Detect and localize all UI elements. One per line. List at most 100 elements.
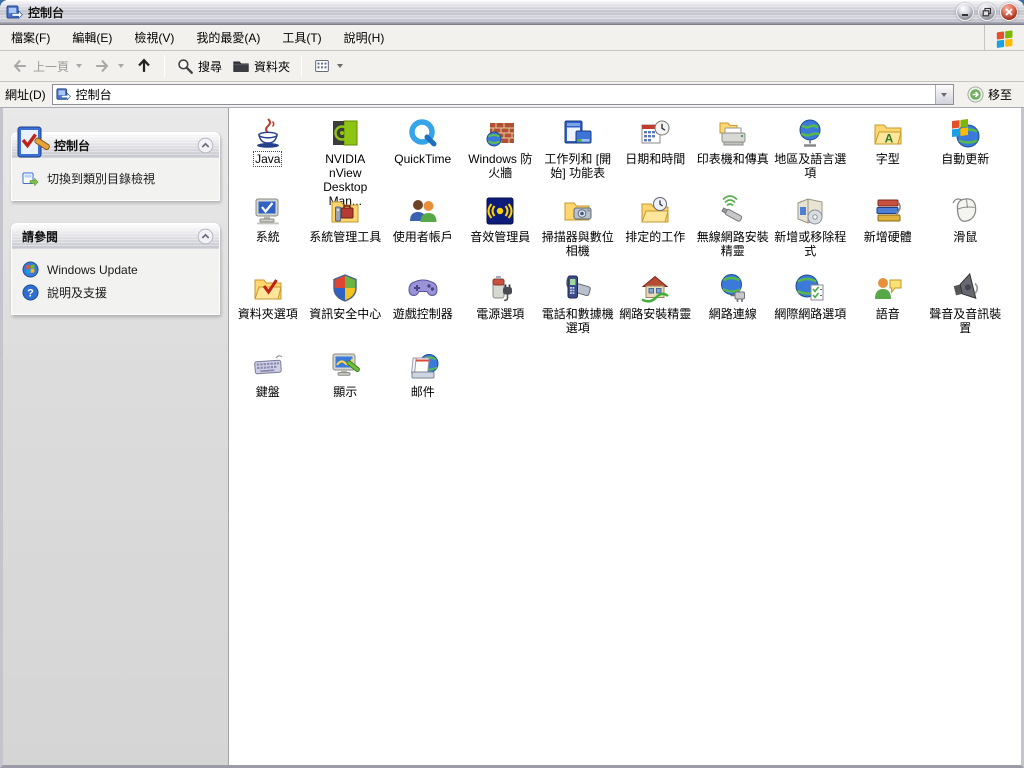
internet-options-icon [794, 272, 826, 304]
game-controllers-icon [407, 272, 439, 304]
power-options-icon [484, 272, 516, 304]
sidebar-task-label: 說明及支援 [47, 284, 107, 301]
control-panel-item[interactable]: 地區及語言選項 [772, 111, 850, 189]
views-icon [313, 57, 331, 75]
fonts-icon: A [872, 117, 904, 149]
address-dropdown-button[interactable] [935, 85, 953, 104]
control-panel-item[interactable]: 印表機和傳真 [694, 111, 772, 189]
windows-logo-icon [984, 25, 1024, 50]
control-panel-item-label: 使用者帳戶 [392, 230, 454, 244]
mouse-icon [949, 195, 981, 227]
collapse-panel-button[interactable] [197, 137, 214, 154]
menu-item[interactable]: 工具(T) [271, 25, 332, 50]
taskbar-start-menu-icon [562, 117, 594, 149]
control-panel-item[interactable]: Windows 防火牆 [462, 111, 540, 189]
control-panel-item[interactable]: 鍵盤 [229, 344, 307, 422]
address-bar: 網址(D) 控制台 移至 [0, 82, 1024, 108]
control-panel-item[interactable]: QuickTime [384, 111, 462, 189]
forward-dropdown-caret[interactable] [118, 64, 124, 68]
menu-item[interactable]: 檢視(V) [123, 25, 185, 50]
minimize-button[interactable] [956, 3, 974, 21]
control-panel-item[interactable]: 自動更新 [927, 111, 1005, 189]
network-setup-icon [639, 272, 671, 304]
control-panel-item-label: 電話和數據機選項 [540, 307, 615, 335]
go-button[interactable]: 移至 [960, 84, 1019, 105]
panel-body: 切換到類別目錄檢視 [12, 158, 219, 200]
add-hardware-icon [872, 195, 904, 227]
menu-item[interactable]: 說明(H) [333, 25, 396, 50]
date-time-icon [639, 117, 671, 149]
display-icon [329, 350, 361, 382]
admin-tools-icon [329, 195, 361, 227]
control-panel-item[interactable]: 資料夾選項 [229, 266, 307, 344]
search-icon [176, 57, 194, 75]
wireless-setup-icon [717, 195, 749, 227]
control-panel-item[interactable]: 聲音及音訊裝置 [927, 266, 1005, 344]
menu-item[interactable]: 編輯(E) [61, 25, 123, 50]
control-panel-item[interactable]: 電源選項 [462, 266, 540, 344]
control-panel-item[interactable]: 無線網路安裝精靈 [694, 189, 772, 267]
control-panel-item[interactable]: 網際網路選項 [772, 266, 850, 344]
control-panel-item[interactable]: 排定的工作 [617, 189, 695, 267]
sidebar-task-item[interactable]: ? 說明及支援 [22, 281, 211, 304]
control-panel-item[interactable]: 新增硬體 [849, 189, 927, 267]
control-panel-item[interactable]: 顯示 [307, 344, 385, 422]
control-panel-item[interactable]: 日期和時間 [617, 111, 695, 189]
control-panel-item[interactable]: 音效管理員 [462, 189, 540, 267]
control-panel-item[interactable]: 電話和數據機選項 [539, 266, 617, 344]
control-panel-item[interactable]: 工作列和 [開始] 功能表 [539, 111, 617, 189]
phone-modem-icon [562, 272, 594, 304]
control-panel-item[interactable]: NVIDIA nView Desktop Man... [307, 111, 385, 189]
auto-update-icon [949, 117, 981, 149]
control-panel-item-label: Windows 防火牆 [463, 152, 538, 180]
maximize-button[interactable] [978, 3, 996, 21]
audio-manager-icon [484, 195, 516, 227]
address-input[interactable]: 控制台 [52, 84, 954, 105]
keyboard-icon [252, 350, 284, 382]
control-panel-item[interactable]: 系統管理工具 [307, 189, 385, 267]
control-panel-item[interactable]: 網路安裝精靈 [617, 266, 695, 344]
firewall-icon [484, 117, 516, 149]
security-center-icon [329, 272, 361, 304]
control-panel-item-label: 新增或移除程式 [773, 230, 848, 258]
control-panel-item[interactable]: 系統 [229, 189, 307, 267]
control-panel-item[interactable]: 語音 [849, 266, 927, 344]
control-panel-item[interactable]: 資訊安全中心 [307, 266, 385, 344]
close-button[interactable] [1000, 3, 1018, 21]
toolbar-separator [164, 55, 165, 77]
views-button[interactable] [308, 54, 348, 78]
svg-text:?: ? [27, 288, 34, 300]
control-panel-item[interactable]: 遊戲控制器 [384, 266, 462, 344]
sidebar-task-item[interactable]: 切換到類別目錄檢視 [22, 167, 211, 190]
folder-options-icon [252, 272, 284, 304]
control-panel-item[interactable]: 使用者帳戶 [384, 189, 462, 267]
back-button[interactable]: 上一頁 [6, 54, 74, 78]
up-button[interactable] [130, 54, 158, 78]
control-panel-item-label: 日期和時間 [624, 152, 686, 166]
collapse-panel-button[interactable] [197, 228, 214, 245]
control-panel-item[interactable]: 網路連線 [694, 266, 772, 344]
folders-button[interactable]: 資料夾 [227, 54, 295, 78]
search-button[interactable]: 搜尋 [171, 54, 227, 78]
panel-body: Windows Update? 說明及支援 [12, 249, 219, 314]
control-panel-item[interactable]: 滑鼠 [927, 189, 1005, 267]
control-panel-item[interactable]: 邮件 [384, 344, 462, 422]
back-dropdown-caret[interactable] [76, 64, 82, 68]
sidebar-task-item[interactable]: Windows Update [22, 258, 211, 281]
panel-header-see-also[interactable]: 請參閱 [12, 224, 219, 249]
control-panel-item[interactable]: A字型 [849, 111, 927, 189]
sidebar-panel-control-panel: 控制台 切換到類別目錄檢視 [11, 132, 220, 201]
control-panel-item[interactable]: Java [229, 111, 307, 189]
explorer-window: 控制台 檔案(F)編輯(E)檢視(V)我的最愛(A)工具(T)說明(H) 上一頁… [0, 0, 1024, 768]
regional-language-icon [794, 117, 826, 149]
forward-button[interactable] [88, 54, 116, 78]
java-icon [252, 117, 284, 149]
sidebar-task-label: Windows Update [47, 263, 138, 277]
control-panel-item[interactable]: 掃描器與數位相機 [539, 189, 617, 267]
control-panel-item-label: 資料夾選項 [237, 307, 299, 321]
control-panel-item[interactable]: 新增或移除程式 [772, 189, 850, 267]
menu-item[interactable]: 我的最愛(A) [185, 25, 271, 50]
user-accounts-icon [407, 195, 439, 227]
help-icon: ? [22, 284, 39, 301]
menu-item[interactable]: 檔案(F) [0, 25, 61, 50]
